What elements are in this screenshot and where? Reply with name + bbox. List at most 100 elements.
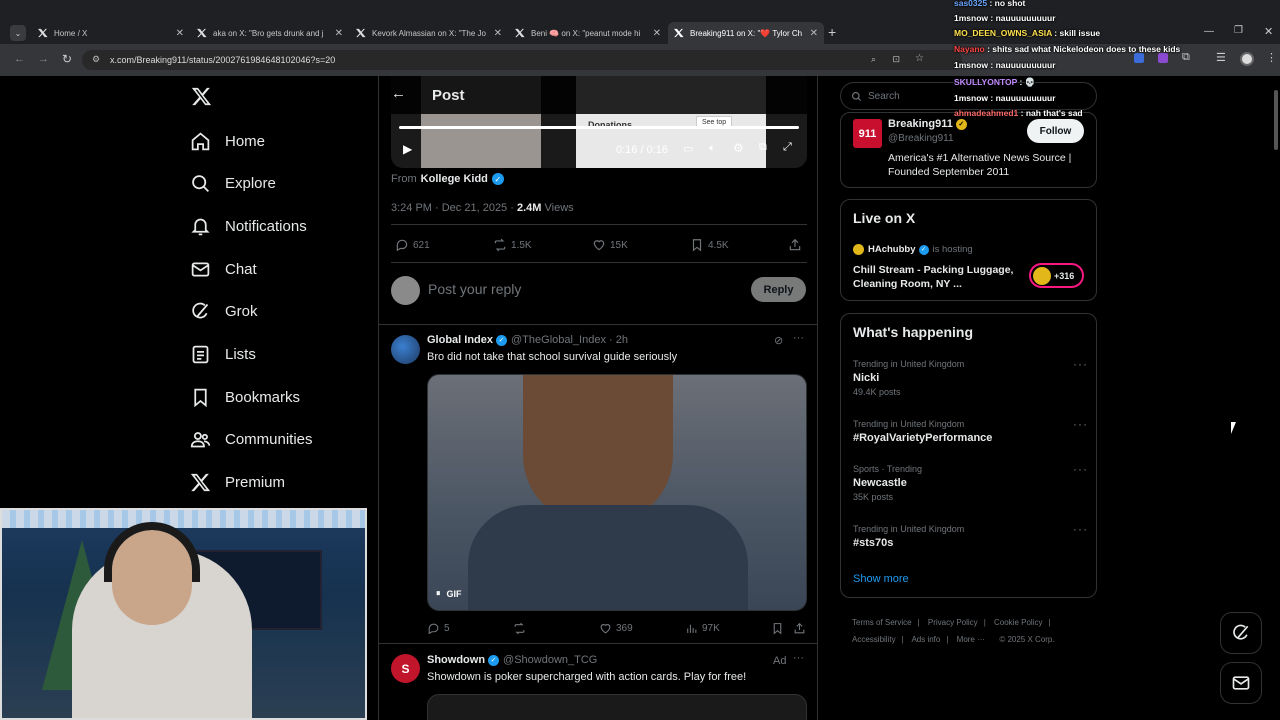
ad-author-handle[interactable]: @Showdown_TCG xyxy=(503,654,597,666)
grok-explain-icon[interactable]: ⊘ xyxy=(774,334,783,347)
footer-link[interactable]: Ads info xyxy=(911,635,940,644)
address-bar[interactable]: ⚙ x.com/Breaking911/status/2002761984648… xyxy=(82,50,962,70)
more-options-icon[interactable]: ··· xyxy=(1073,357,1088,371)
ad-avatar[interactable]: S xyxy=(391,654,420,683)
ad-media[interactable] xyxy=(427,694,807,720)
reading-list-icon[interactable]: ☰ xyxy=(1216,51,1226,64)
show-more-link[interactable]: Show more xyxy=(853,573,909,585)
back-arrow-icon[interactable]: ← xyxy=(14,53,25,65)
reply1-views-button[interactable]: 97K xyxy=(685,622,720,635)
browser-tab-3[interactable]: Kevork Almassian on X: "The Jo ✕ xyxy=(350,22,508,44)
follow-button[interactable]: Follow xyxy=(1027,119,1084,143)
like-button[interactable]: 15K xyxy=(592,238,628,252)
extensions-puzzle-icon[interactable]: ⧉ xyxy=(1182,51,1190,64)
trend-item[interactable]: Trending in United Kingdom #RoyalVariety… xyxy=(853,417,1088,444)
site-info-icon[interactable]: ⚙ xyxy=(92,54,100,65)
pip-icon[interactable]: ⧉ xyxy=(759,141,767,154)
footer-link[interactable]: Cookie Policy xyxy=(994,618,1042,627)
install-app-icon[interactable]: ⊡ xyxy=(892,54,900,65)
window-maximize-icon[interactable]: ❐ xyxy=(1234,25,1243,36)
stream-title[interactable]: Chill Stream - Packing Luggage, Cleaning… xyxy=(853,263,1023,291)
profile-name[interactable]: Breaking911 xyxy=(888,118,953,130)
footer-link[interactable]: Accessibility xyxy=(852,635,896,644)
trend-item[interactable]: Trending in United Kingdom Nicki 49.4K p… xyxy=(853,357,1088,397)
extension-icon[interactable] xyxy=(1158,53,1168,63)
share-button[interactable] xyxy=(788,238,806,252)
reply1-repost-button[interactable] xyxy=(513,622,530,635)
volume-icon[interactable]: 🔈︎ xyxy=(709,142,716,155)
browser-tab-5-active[interactable]: Breaking911 on X: "❤️ Tylor Ch ✕ xyxy=(668,22,824,44)
window-close-icon[interactable]: ✕ xyxy=(1264,25,1273,38)
fullscreen-icon[interactable]: ⤢ xyxy=(783,141,792,154)
footer-link[interactable]: Privacy Policy xyxy=(928,618,978,627)
repost-button[interactable]: 1.5K xyxy=(493,238,532,252)
source-name[interactable]: Kollege Kidd xyxy=(421,173,488,185)
tab-close-icon[interactable]: ✕ xyxy=(494,28,502,39)
profile-avatar[interactable] xyxy=(1240,52,1254,66)
settings-gear-icon[interactable]: ⚙ xyxy=(733,141,744,155)
grok-floating-button[interactable] xyxy=(1220,612,1262,654)
captions-icon[interactable]: ▭ xyxy=(683,142,693,155)
extension-icon[interactable] xyxy=(1134,53,1144,63)
tab-close-icon[interactable]: ✕ xyxy=(810,28,818,39)
nav-item-premium[interactable]: Premium xyxy=(190,467,285,497)
browser-menu-icon[interactable]: ⋮ xyxy=(1266,51,1277,64)
browser-tab-2[interactable]: aka on X: "Bro gets drunk and j ✕ xyxy=(191,22,349,44)
zoom-icon[interactable]: ⌕ xyxy=(871,54,876,65)
reply-button[interactable]: 621 xyxy=(395,238,430,252)
pause-icon[interactable]: ⏸ xyxy=(436,588,441,599)
reload-icon[interactable]: ↻ xyxy=(62,52,72,66)
trend-item[interactable]: Trending in United Kingdom #sts70s ··· xyxy=(853,522,1088,549)
listener-count-pill[interactable]: +316 xyxy=(1029,263,1084,288)
play-icon[interactable]: ▶ xyxy=(403,142,412,156)
profile-handle[interactable]: @Breaking911 xyxy=(888,133,954,144)
tab-close-icon[interactable]: ✕ xyxy=(335,28,343,39)
reply1-bookmark-button[interactable] xyxy=(771,622,788,635)
new-tab-plus-icon[interactable]: + xyxy=(828,24,836,40)
trend-item[interactable]: Sports · Trending Newcastle 35K posts ··… xyxy=(853,462,1088,502)
bookmark-star-icon[interactable]: ☆ xyxy=(915,53,924,64)
post-timestamp[interactable]: 3:24 PM · Dec 21, 2025 · xyxy=(391,202,514,214)
video-progress-bar[interactable] xyxy=(399,126,799,129)
reply1-like-button[interactable]: 369 xyxy=(599,622,633,635)
ad-author-name[interactable]: Showdown xyxy=(427,654,485,666)
tab-close-icon[interactable]: ✕ xyxy=(653,28,661,39)
reply1-reply-button[interactable]: 5 xyxy=(427,622,450,635)
nav-item-explore[interactable]: Explore xyxy=(190,168,276,198)
browser-tab-1[interactable]: Home / X ✕ xyxy=(32,22,190,44)
footer-link[interactable]: More ··· xyxy=(957,635,985,644)
breaking911-avatar[interactable]: 911 xyxy=(853,119,882,148)
back-arrow-icon[interactable]: ← xyxy=(391,85,406,102)
reply-avatar[interactable] xyxy=(391,335,420,364)
bookmark-button[interactable]: 4.5K xyxy=(690,238,729,252)
nav-item-home[interactable]: Home xyxy=(190,126,265,156)
more-options-icon[interactable]: ··· xyxy=(793,652,804,664)
messages-floating-button[interactable] xyxy=(1220,662,1262,704)
tab-list-dropdown[interactable]: ⌄ xyxy=(10,25,26,41)
reply1-share-button[interactable] xyxy=(793,622,810,635)
nav-item-chat[interactable]: Chat xyxy=(190,254,257,284)
reply-author-handle[interactable]: @TheGlobal_Index · 2h xyxy=(511,334,628,346)
browser-tab-4[interactable]: Beni 🧠 on X: "peanut mode hi ✕ xyxy=(509,22,667,44)
user-avatar[interactable] xyxy=(391,276,420,305)
footer-link[interactable]: Terms of Service xyxy=(852,618,912,627)
more-options-icon[interactable]: ··· xyxy=(793,332,804,344)
nav-item-bookmarks[interactable]: Bookmarks xyxy=(190,382,300,412)
more-options-icon[interactable]: ··· xyxy=(1073,462,1088,476)
nav-item-communities[interactable]: Communities xyxy=(190,424,313,454)
tab-close-icon[interactable]: ✕ xyxy=(176,28,184,39)
nav-item-lists[interactable]: Lists xyxy=(190,339,256,369)
host-name[interactable]: HAchubby xyxy=(868,244,916,255)
forward-arrow-icon[interactable]: → xyxy=(38,53,49,65)
nav-item-grok[interactable]: Grok xyxy=(190,296,258,326)
window-minimize-icon[interactable]: — xyxy=(1204,26,1214,37)
host-avatar[interactable] xyxy=(853,244,864,255)
nav-item-notifications[interactable]: Notifications xyxy=(190,211,307,241)
scrollbar-thumb[interactable] xyxy=(1274,90,1278,150)
reply-gif[interactable]: ⏸ GIF xyxy=(427,374,807,611)
x-logo-icon[interactable] xyxy=(191,86,212,107)
more-options-icon[interactable]: ··· xyxy=(1073,522,1088,536)
reply-author-name[interactable]: Global Index xyxy=(427,334,493,346)
reply-submit-button[interactable]: Reply xyxy=(751,277,806,302)
more-options-icon[interactable]: ··· xyxy=(1073,417,1088,431)
